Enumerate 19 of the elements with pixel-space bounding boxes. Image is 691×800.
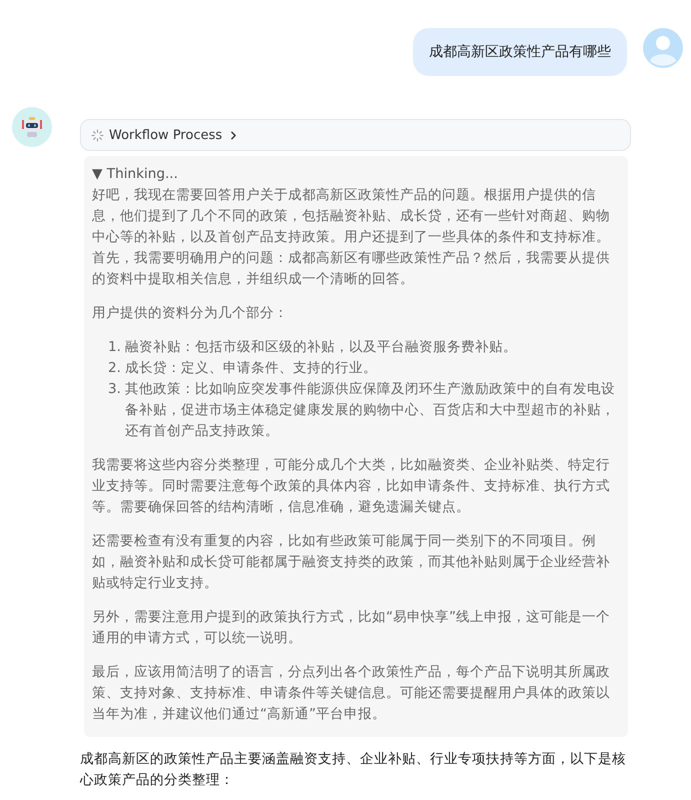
thinking-paragraph: 用户提供的资料分为几个部分：: [92, 304, 289, 323]
list-number: 2.: [108, 359, 121, 378]
list-number: 1.: [108, 338, 121, 357]
thinking-paragraph: 最后，应该用简洁明了的语言，分点列出各个政策性产品，每个产品下说明其所属政策、支持对象、支持标准、申请条件等关键信息。可能还需要提醒用户具体的政策以当年为准，并建议他们通过“高新通”平台申报。: [92, 663, 611, 724]
list-number: 3.: [108, 380, 121, 399]
answer-paragraph: 成都高新区的政策性产品主要涵盖融资支持、企业补贴、行业专项扶持等方面，以下是核心政策产品的分类整理：: [80, 750, 627, 790]
thinking-toggle[interactable]: ▼ Thinking...: [92, 164, 618, 185]
thinking-paragraph: 另外，需要注意用户提到的政策执行方式，比如“易申快享”线上申报，这可能是一个通用的申请方式，可以统一说明。: [92, 608, 612, 648]
user-avatar: [643, 28, 683, 68]
spinner-icon: [91, 128, 104, 142]
thinking-paragraph: 我需要将这些内容分类整理，可能分成几个大类，比如融资类、企业补贴类、特定行业支持等。同时需要注意每个政策的具体内容，比如申请条件、支持标准、执行方式等。需要确保回答的结构清晰，信息准确，避免遗漏关键点。: [92, 456, 611, 517]
list-item-text: 其他政策：比如响应突发事件能源供应保障及闭环生产激励政策中的自有发电设备补贴，促进市场主体稳定健康发展的购物中心、百货店和大中型超市的补贴，还有首创产品支持政策。: [124, 380, 616, 441]
list-item-text: 融资补贴：包括市级和区级的补贴，以及平台融资服务费补贴。: [124, 338, 517, 357]
user-message: 成都高新区政策性产品有哪些: [413, 28, 627, 76]
list-item-text: 成长贷：定义、申请条件、支持的行业。: [124, 359, 377, 378]
thinking-paragraph: 还需要检查有没有重复的内容，比如有些政策可能属于同一类别下的不同项目。例如，融资补贴和成长贷可能都属于融资支持类的政策，而其他补贴则属于企业经营补贴或特定行业支持。: [92, 532, 611, 593]
thinking-paragraph: 好吧，我现在需要回答用户关于成都高新区政策性产品的问题。根据用户提供的信息，他们提到了几个不同的政策，包括融资补贴、成长贷，还有一些针对商超、购物中心等的补贴，以及首创产品支持政策。用户还提到了一些具体的条件和支持标准。首先，我需要明确用户的问题：成都高新区有哪些政策性产品？然后，我需要从提供的资料中提取相关信息，并组织成一个清晰的回答。: [92, 186, 611, 289]
robot-avatar: [12, 107, 52, 147]
workflow-toggle[interactable]: Workflow Process: [80, 119, 631, 151]
